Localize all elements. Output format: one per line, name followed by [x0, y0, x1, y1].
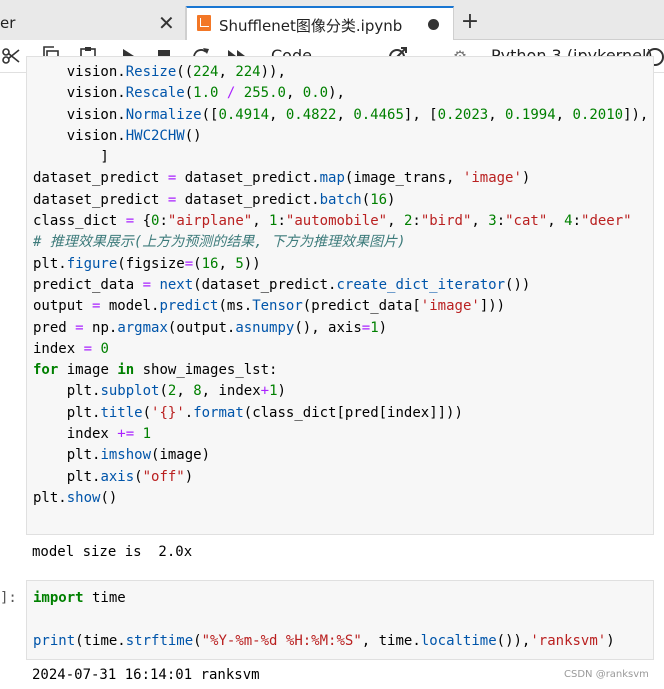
code-cell-1[interactable]: vision.Resize((224, 224)), vision.Rescal…: [26, 56, 654, 535]
watermark: CSDN @ranksvm: [564, 669, 649, 680]
code-cell-2[interactable]: import time print(time.strftime("%Y-%m-%…: [26, 580, 654, 660]
code-line: vision.Rescale(1.0 / 255.0, 0.0),: [33, 85, 345, 102]
code-line: for image in show_images_lst:: [33, 362, 278, 379]
code-line: plt.figure(figsize=(16, 5)): [33, 255, 261, 272]
tab-previous-label: er: [0, 14, 16, 32]
code-line: index = 0: [33, 340, 109, 357]
code-line: predict_data = next(dataset_predict.crea…: [33, 276, 531, 293]
code-line: plt.axis("off"): [33, 468, 194, 485]
code-line: index += 1: [33, 426, 152, 443]
code-line: print(time.strftime("%Y-%m-%d %H:%M:%S",…: [33, 632, 615, 649]
code-line: plt.show(): [33, 489, 118, 506]
cell-prompt-2: ]:: [0, 590, 17, 606]
cut-icon[interactable]: [0, 46, 22, 66]
code-editor-2[interactable]: import time print(time.strftime("%Y-%m-%…: [27, 588, 653, 652]
code-line: vision.Resize((224, 224)),: [33, 64, 286, 80]
code-line: import time: [33, 590, 126, 606]
tab-previous[interactable]: er ✕: [0, 6, 186, 40]
notebook-icon: [197, 15, 211, 31]
code-line: plt.subplot(2, 8, index+1): [33, 383, 286, 400]
code-line: vision.HWC2CHW(): [33, 127, 202, 144]
code-line: dataset_predict = dataset_predict.map(im…: [33, 170, 531, 187]
close-icon[interactable]: ✕: [158, 11, 175, 35]
code-line: class_dict = {0:"airplane", 1:"automobil…: [33, 213, 632, 230]
code-editor-1[interactable]: vision.Resize((224, 224)), vision.Rescal…: [27, 62, 653, 509]
tab-bar: er ✕ Shufflenet图像分类.ipynb +: [0, 0, 664, 41]
code-line: pred = np.argmax(output.asnumpy(), axis=…: [33, 319, 388, 336]
code-comment: # 推理效果展示(上方为预测的结果, 下方为推理效果图片): [33, 234, 406, 251]
code-line: dataset_predict = dataset_predict.batch(…: [33, 191, 396, 208]
tab-notebook[interactable]: Shufflenet图像分类.ipynb: [186, 6, 454, 41]
tab-notebook-label: Shufflenet图像分类.ipynb: [219, 17, 403, 35]
code-line: plt.imshow(image): [33, 447, 211, 464]
cell-output-1: model size is 2.0x: [32, 544, 193, 560]
add-tab-icon[interactable]: +: [455, 6, 485, 40]
cell-output-2: 2024-07-31 16:14:01 ranksvm: [32, 667, 260, 683]
code-line: output = model.predict(ms.Tensor(predict…: [33, 298, 506, 315]
code-line: vision.Normalize([0.4914, 0.4822, 0.4465…: [33, 106, 649, 123]
code-line: plt.title('{}'.format(class_dict[pred[in…: [33, 404, 463, 421]
code-line: ]: [33, 149, 109, 166]
unsaved-dot-icon[interactable]: [428, 19, 439, 30]
